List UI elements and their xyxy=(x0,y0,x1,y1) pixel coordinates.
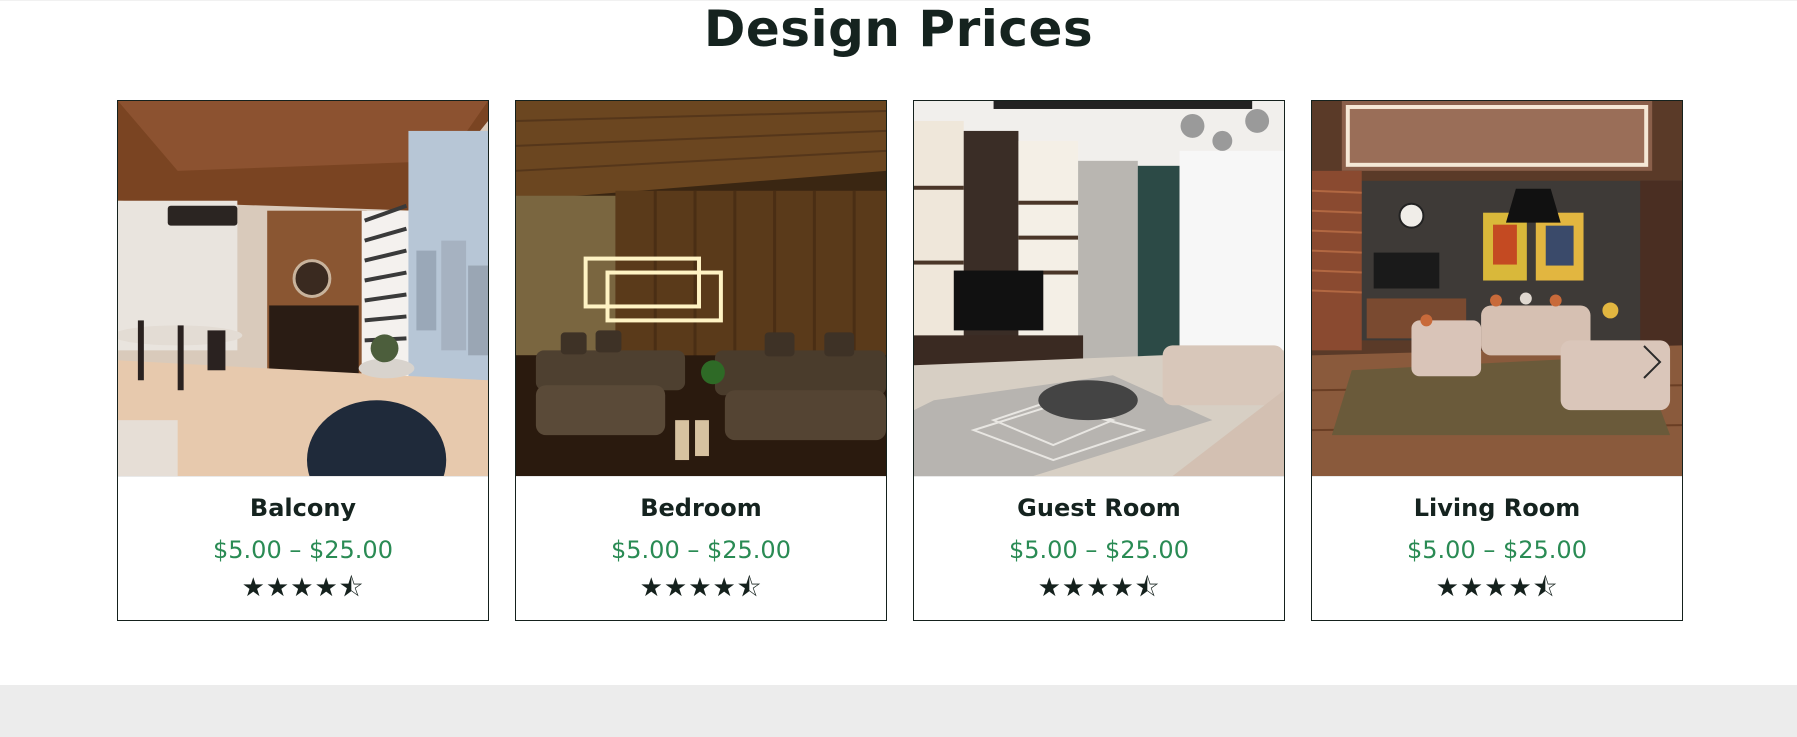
star-rating: ★★★★⯪ xyxy=(516,573,886,603)
product-name[interactable]: Bedroom xyxy=(516,493,886,523)
star-full-icon: ★ xyxy=(1508,573,1533,603)
product-card-guest-room[interactable]: Guest Room $5.00 – $25.00 ★★★★⯪ xyxy=(913,100,1285,621)
product-price: $5.00 – $25.00 xyxy=(213,536,393,564)
product-image[interactable] xyxy=(516,101,886,477)
product-name[interactable]: Balcony xyxy=(118,493,488,523)
chevron-right-icon xyxy=(1643,345,1662,379)
product-carousel: Balcony $5.00 – $25.00 ★★★★⯪ Bedroom $5.… xyxy=(117,100,1683,621)
product-name[interactable]: Guest Room xyxy=(914,493,1284,523)
star-half-icon: ⯪ xyxy=(338,573,365,603)
product-price: $5.00 – $25.00 xyxy=(1407,536,1587,564)
star-full-icon: ★ xyxy=(1037,573,1062,603)
star-full-icon: ★ xyxy=(663,573,689,603)
product-card-balcony[interactable]: Balcony $5.00 – $25.00 ★★★★⯪ xyxy=(117,100,489,621)
star-full-icon: ★ xyxy=(1459,573,1485,603)
star-full-icon: ★ xyxy=(1435,573,1460,603)
star-full-icon: ★ xyxy=(1061,573,1087,603)
star-full-icon: ★ xyxy=(314,573,339,603)
star-rating: ★★★★⯪ xyxy=(914,573,1284,603)
star-full-icon: ★ xyxy=(688,573,713,603)
product-image[interactable] xyxy=(1312,101,1682,477)
star-full-icon: ★ xyxy=(265,573,291,603)
star-full-icon: ★ xyxy=(241,573,266,603)
star-full-icon: ★ xyxy=(1484,573,1509,603)
star-half-icon: ⯪ xyxy=(1134,573,1161,603)
footer-band xyxy=(0,685,1797,737)
product-image[interactable] xyxy=(118,101,488,477)
star-rating: ★★★★⯪ xyxy=(1312,573,1682,603)
star-half-icon: ⯪ xyxy=(1532,573,1559,603)
carousel-next-button[interactable] xyxy=(1632,340,1672,384)
star-full-icon: ★ xyxy=(1110,573,1135,603)
product-card-living-room[interactable]: Living Room $5.00 – $25.00 ★★★★⯪ xyxy=(1311,100,1683,621)
product-card-bedroom[interactable]: Bedroom $5.00 – $25.00 ★★★★⯪ xyxy=(515,100,887,621)
star-full-icon: ★ xyxy=(712,573,737,603)
star-rating: ★★★★⯪ xyxy=(118,573,488,603)
product-name[interactable]: Living Room xyxy=(1312,493,1682,523)
product-image[interactable] xyxy=(914,101,1284,477)
star-full-icon: ★ xyxy=(290,573,315,603)
star-full-icon: ★ xyxy=(1086,573,1111,603)
product-price: $5.00 – $25.00 xyxy=(1009,536,1189,564)
product-price: $5.00 – $25.00 xyxy=(611,536,791,564)
section-title: Design Prices xyxy=(703,0,1094,58)
star-half-icon: ⯪ xyxy=(736,573,763,603)
star-full-icon: ★ xyxy=(639,573,664,603)
